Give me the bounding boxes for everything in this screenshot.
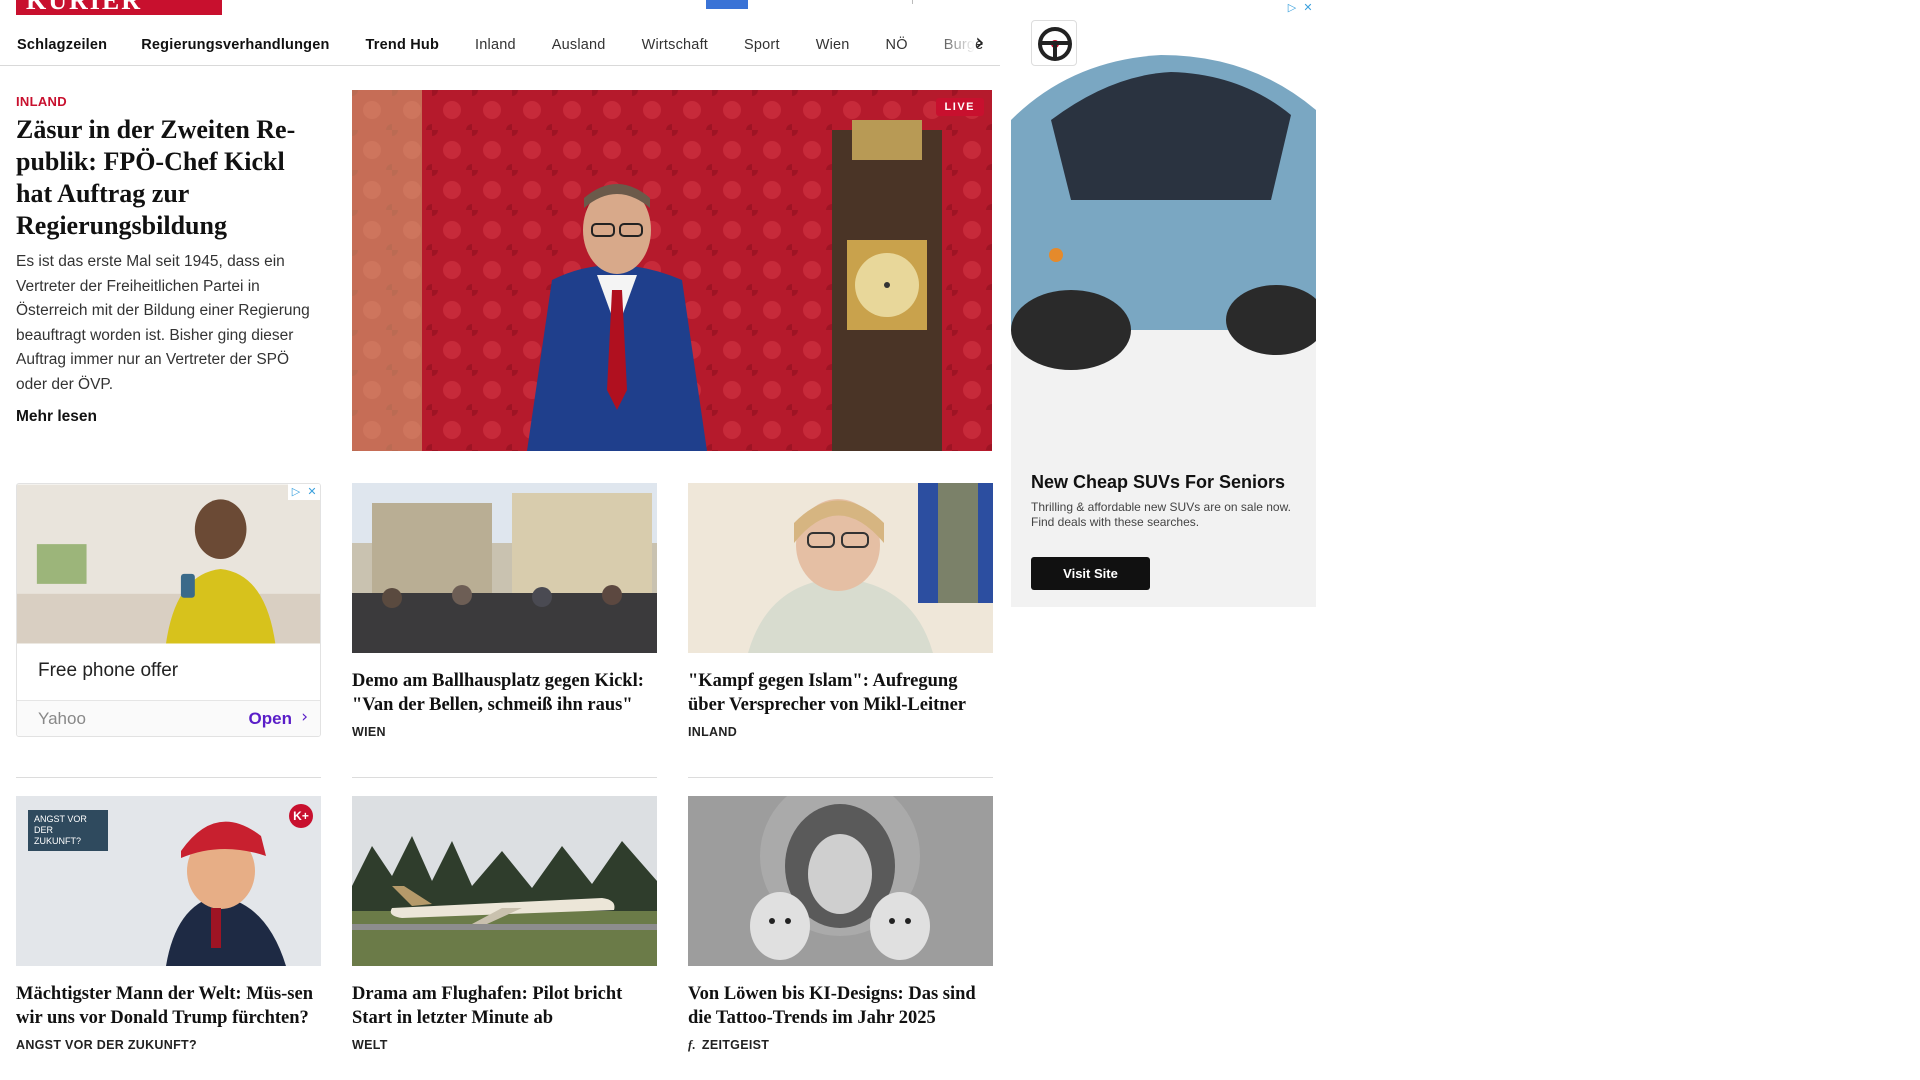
header-divider <box>912 0 913 4</box>
nav-item-sport[interactable]: Sport <box>744 37 780 53</box>
article-headline[interactable]: Von Löwen bis KI-Designs: Das sind die T… <box>688 982 993 1030</box>
chevron-right-icon[interactable]: › <box>301 707 308 727</box>
steering-wheel-icon[interactable] <box>1031 20 1077 66</box>
row-divider <box>16 777 321 778</box>
nav-item-ausland[interactable]: Ausland <box>552 37 606 53</box>
ad-choices-marker[interactable]: ▷ ✕ <box>288 484 320 500</box>
steering-wheel-icon-svg <box>1038 27 1072 61</box>
mikl-leitner-photo <box>688 483 993 653</box>
article-section[interactable]: INLAND <box>688 725 993 739</box>
demo-photo <box>352 483 657 653</box>
article-card[interactable]: Demo am Ballhausplatz gegen Kickl: "Van … <box>352 483 657 739</box>
lead-kicker[interactable]: INLAND <box>16 94 67 109</box>
article-section[interactable]: WIEN <box>352 725 657 739</box>
article-headline[interactable]: Mächtigster Mann der Welt: Müs-sen wir u… <box>16 982 321 1030</box>
article-section[interactable]: f. ZEITGEIST <box>688 1038 993 1053</box>
nav-item-regierungsverhandlungen[interactable]: Regierungsverhandlungen <box>141 37 329 53</box>
ad-title[interactable]: Free phone offer <box>38 660 178 682</box>
row-divider <box>688 777 993 778</box>
ad-title[interactable]: New Cheap SUVs For Seniors <box>1031 472 1285 493</box>
ad-open-button[interactable]: Open <box>249 709 292 729</box>
ad-car-photo <box>1011 0 1316 455</box>
sponsored-ad-suv[interactable]: New Cheap SUVs For Seniors Thrilling & a… <box>1011 0 1316 607</box>
visit-site-button[interactable]: Visit Site <box>1031 557 1150 590</box>
chevron-right-icon[interactable]: › <box>975 28 985 56</box>
lead-headline[interactable]: Zäsur in der Zweiten Re-publik: FPÖ-Chef… <box>16 114 316 242</box>
sponsored-ad-phone[interactable]: ▷ ✕ Free phone offer Yahoo Open › <box>16 483 321 737</box>
ad-info-icon[interactable]: ▷ <box>1284 0 1300 16</box>
ad-description: Thrilling & affordable new SUVs are on s… <box>1031 500 1291 529</box>
article-image[interactable]: ANGST VOR DER ZUKUNFT? K+ <box>16 796 321 966</box>
article-section[interactable]: WELT <box>352 1038 657 1052</box>
lead-teaser: Es ist das erste Mal seit 1945, dass ein… <box>16 253 310 393</box>
article-headline[interactable]: "Kampf gegen Islam": Aufregung über Vers… <box>688 669 993 717</box>
close-icon[interactable]: ✕ <box>304 484 320 500</box>
kurier-plus-badge: K+ <box>289 804 313 828</box>
ad-source: Yahoo <box>38 709 86 728</box>
header-blue-chip <box>706 0 748 9</box>
ad-phone-photo <box>17 484 320 644</box>
nav-item-wien[interactable]: Wien <box>816 37 850 53</box>
article-image[interactable] <box>688 796 993 966</box>
nav-item-noe[interactable]: NÖ <box>886 37 908 53</box>
live-badge: LIVE <box>935 98 984 116</box>
ad-info-icon[interactable]: ▷ <box>288 484 304 500</box>
article-headline[interactable]: Demo am Ballhausplatz gegen Kickl: "Van … <box>352 669 657 717</box>
nav-item-schlagzeilen[interactable]: Schlagzeilen <box>17 37 107 53</box>
article-card[interactable]: Von Löwen bis KI-Designs: Das sind die T… <box>688 796 993 1053</box>
section-navigation: Schlagzeilen Regierungsverhandlungen Tre… <box>0 24 1000 66</box>
ad-choices-marker[interactable]: ▷ ✕ <box>1284 0 1316 16</box>
article-card[interactable]: Drama am Flughafen: Pilot bricht Start i… <box>352 796 657 1052</box>
opinion-badge: ANGST VOR DER ZUKUNFT? <box>28 810 108 851</box>
nav-fade <box>935 24 975 64</box>
lion-tattoo-photo <box>688 796 993 966</box>
ad-footer: Yahoo Open › <box>17 700 320 736</box>
article-section[interactable]: ANGST VOR DER ZUKUNFT? <box>16 1038 321 1052</box>
nav-item-inland[interactable]: Inland <box>475 37 516 53</box>
airplane-photo <box>352 796 657 966</box>
article-headline[interactable]: Drama am Flughafen: Pilot bricht Start i… <box>352 982 657 1030</box>
read-more-link[interactable]: Mehr lesen <box>16 408 97 426</box>
kurier-logo[interactable]: KURIER <box>16 0 222 15</box>
article-card[interactable]: "Kampf gegen Islam": Aufregung über Vers… <box>688 483 993 739</box>
article-image[interactable] <box>688 483 993 653</box>
row-divider <box>352 777 657 778</box>
article-section-label[interactable]: ZEITGEIST <box>702 1038 769 1052</box>
nav-item-trend-hub[interactable]: Trend Hub <box>366 37 440 53</box>
article-image[interactable] <box>352 796 657 966</box>
close-icon[interactable]: ✕ <box>1300 0 1316 16</box>
hero-photo <box>352 90 992 451</box>
article-image[interactable] <box>352 483 657 653</box>
article-card[interactable]: ANGST VOR DER ZUKUNFT? K+ Mächtigster Ma… <box>16 796 321 1052</box>
nav-item-wirtschaft[interactable]: Wirtschaft <box>642 37 708 53</box>
lead-hero-image[interactable]: LIVE <box>352 90 992 451</box>
zeitgeist-logo-icon: f. <box>688 1038 696 1052</box>
